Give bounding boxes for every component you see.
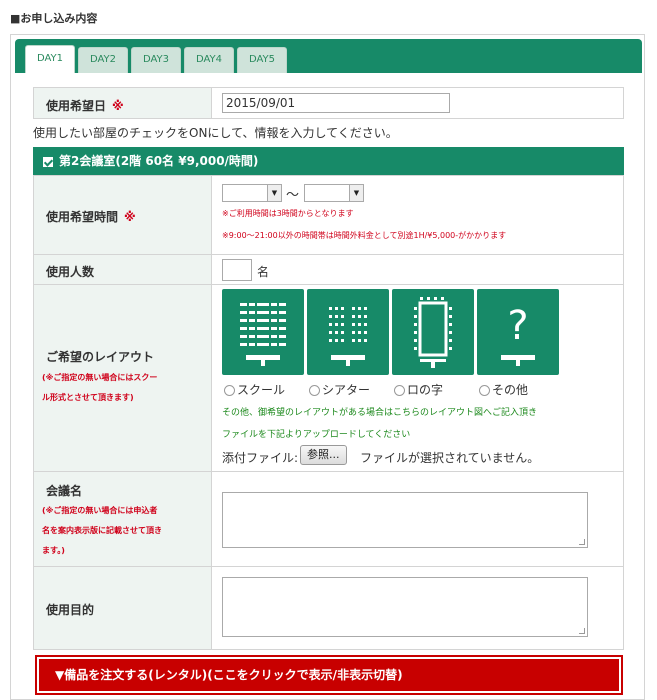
people-row: 使用人数 名 [33, 254, 624, 285]
chevron-down-icon: ▼ [267, 185, 281, 201]
layout-radio-other[interactable]: その他 [479, 381, 528, 398]
radio-icon [309, 385, 320, 396]
layout-row: ご希望のレイアウト (※ご指定の無い場合にはスクー ル形式とさせて頂きます) ?… [33, 284, 624, 472]
layout-note-2: ル形式とさせて頂きます) [42, 393, 134, 402]
instruction-text: 使用したい部屋のチェックをONにして、情報を入力してください。 [33, 126, 398, 140]
resize-handle-icon[interactable] [579, 539, 585, 545]
layout-other-note: その他、御希望のレイアウトがある場合はこちらのレイアウト図へご記入頂き [222, 408, 538, 418]
date-input[interactable]: 2015/09/01 [222, 93, 450, 113]
people-unit: 名 [257, 265, 270, 279]
meeting-name-textarea[interactable] [222, 492, 588, 548]
school-layout-icon [240, 301, 286, 366]
theater-layout-icon [329, 307, 367, 366]
time-row: 使用希望時間 ※ ▼ ～ ▼ ※ご利用時間は3時間からとなります ※9:00〜21… [33, 175, 624, 255]
radio-icon [224, 385, 235, 396]
meeting-note-2: 名を案内表示版に記載させて頂き [42, 526, 162, 535]
layout-school-image[interactable] [222, 289, 304, 375]
layout-ushape-image[interactable] [392, 289, 474, 375]
room-checkbox[interactable] [43, 156, 53, 167]
file-browse-button[interactable]: 参照... [300, 445, 347, 465]
layout-radio-theater[interactable]: シアター [309, 381, 370, 398]
purpose-textarea[interactable] [222, 577, 588, 637]
file-status: ファイルが選択されていません。 [360, 451, 540, 465]
date-row: 使用希望日 ※ 2015/09/01 [33, 87, 624, 119]
meeting-row: 会議名 (※ご指定の無い場合には申込者 名を案内表示版に記載させて頂き ます。) [33, 471, 624, 567]
tab-day2[interactable]: DAY2 [78, 47, 128, 73]
tab-day4[interactable]: DAY4 [184, 47, 234, 73]
radio-icon [479, 385, 490, 396]
layout-upload-note: ファイルを下記よりアップロードしてください [222, 430, 411, 440]
radio-icon [394, 385, 405, 396]
people-input[interactable] [222, 259, 252, 281]
required-mark: ※ [112, 99, 124, 113]
meeting-note-1: (※ご指定の無い場合には申込者 [42, 506, 158, 515]
layout-radio-school[interactable]: スクール [224, 381, 285, 398]
tab-day5[interactable]: DAY5 [237, 47, 287, 73]
people-label: 使用人数 [46, 265, 95, 279]
tab-day1[interactable]: DAY1 [25, 45, 75, 73]
date-label: 使用希望日 [46, 99, 107, 113]
equipment-toggle-button[interactable]: ▼備品を注文する(レンタル)(ここをクリックで表示/非表示切替) [35, 655, 623, 695]
file-label: 添付ファイル: [222, 451, 299, 465]
meeting-note-3: ます。) [42, 546, 65, 555]
end-time-select[interactable]: ▼ [304, 184, 364, 202]
tab-day3[interactable]: DAY3 [131, 47, 181, 73]
section-title: ■お申し込み内容 [10, 12, 98, 25]
purpose-label: 使用目的 [46, 603, 95, 617]
time-note-min: ※ご利用時間は3時間からとなります [222, 209, 354, 218]
time-note-overtime: ※9:00〜21:00以外の時間帯は時間外料金として別途1H/¥5,000-がか… [222, 231, 507, 240]
meeting-label: 会議名 [46, 484, 83, 498]
day-tab-bar: DAY1 DAY2 DAY3 DAY4 DAY5 [15, 39, 642, 73]
time-label: 使用希望時間 [46, 210, 119, 224]
room-label: 第2会議室(2階 60名 ¥9,000/時間) [59, 154, 259, 168]
purpose-row: 使用目的 [33, 566, 624, 650]
ushape-layout-icon [414, 297, 452, 368]
resize-handle-icon[interactable] [579, 628, 585, 634]
time-separator: ～ [286, 188, 300, 203]
layout-radio-ushape[interactable]: ロの字 [394, 381, 443, 398]
layout-note-1: (※ご指定の無い場合にはスクー [42, 373, 158, 382]
chevron-down-icon: ▼ [349, 185, 363, 201]
start-time-select[interactable]: ▼ [222, 184, 282, 202]
room-header[interactable]: 第2会議室(2階 60名 ¥9,000/時間) [33, 147, 624, 175]
layout-label: ご希望のレイアウト [46, 350, 155, 364]
layout-other-image[interactable]: ? [477, 289, 559, 375]
layout-theater-image[interactable] [307, 289, 389, 375]
application-form: DAY1 DAY2 DAY3 DAY4 DAY5 使用希望日 ※ 2015/09/… [10, 34, 645, 700]
required-mark: ※ [124, 210, 136, 224]
